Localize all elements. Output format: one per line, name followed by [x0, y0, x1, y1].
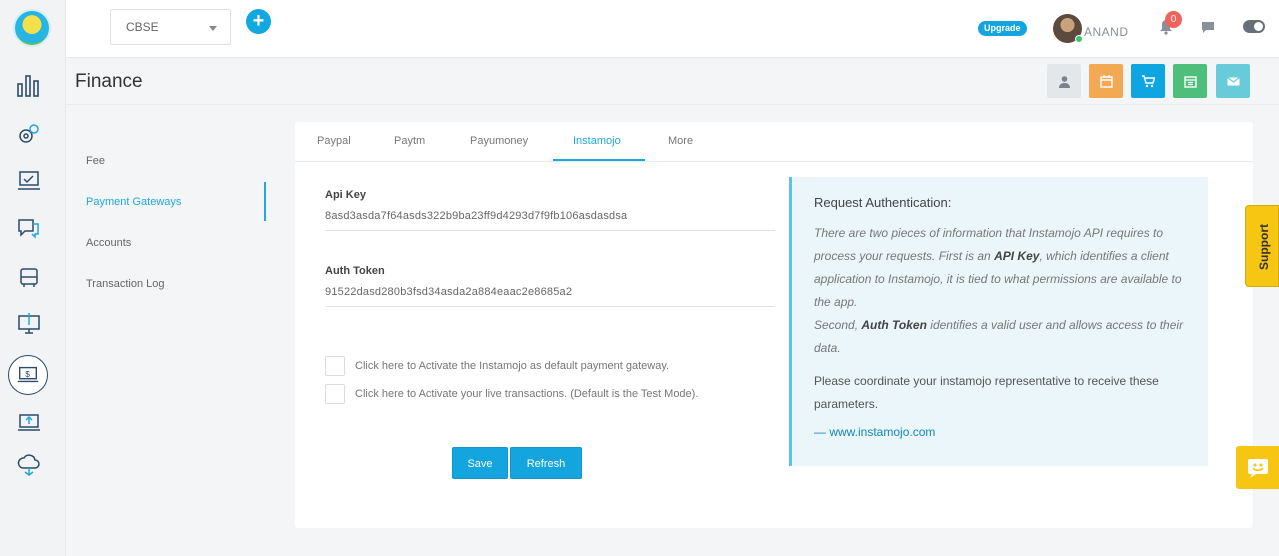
- avatar[interactable]: [1053, 14, 1083, 43]
- calendar-button[interactable]: [1089, 64, 1123, 98]
- default-gateway-option: Click here to Activate the Instamojo as …: [325, 356, 669, 376]
- left-rail: $: [0, 0, 66, 556]
- info-desc-part: Second,: [814, 318, 862, 332]
- support-tab[interactable]: Support: [1245, 205, 1279, 287]
- top-bar: CBSE + Upgrade ANAND 0: [66, 0, 1279, 58]
- mail-icon: [1226, 76, 1240, 85]
- theme-toggle[interactable]: [1243, 20, 1265, 33]
- calendar-icon: [1099, 74, 1113, 88]
- payment-gateway-card: Paypal Paytm Payumoney Instamojo More Ap…: [295, 122, 1253, 528]
- api-key-underline: [325, 230, 775, 231]
- gateway-tabs: Paypal Paytm Payumoney Instamojo More: [295, 122, 1253, 162]
- smiley-chat-icon: [1247, 458, 1268, 478]
- info-api-key-term: API Key: [994, 249, 1040, 263]
- live-transactions-label[interactable]: Click here to Activate your live transac…: [355, 388, 698, 400]
- info-note: Please coordinate your instamojo represe…: [814, 374, 1159, 411]
- laptop-check-icon[interactable]: [15, 167, 43, 195]
- header-divider: [66, 104, 1279, 105]
- school-logo[interactable]: [13, 9, 51, 47]
- tab-instamojo[interactable]: Instamojo: [573, 135, 621, 147]
- svg-text:$: $: [25, 369, 30, 379]
- mail-button[interactable]: [1216, 64, 1250, 98]
- cloud-icon[interactable]: [15, 452, 43, 480]
- default-gateway-checkbox[interactable]: [325, 356, 345, 376]
- live-transactions-checkbox[interactable]: [325, 384, 345, 404]
- auth-token-label: Auth Token: [325, 265, 385, 277]
- feedback-thumb-icon[interactable]: [15, 214, 43, 242]
- tab-paypal[interactable]: Paypal: [317, 135, 351, 147]
- user-name[interactable]: ANAND: [1084, 25, 1129, 39]
- api-key-label: Api Key: [325, 189, 366, 201]
- auth-token-field[interactable]: 91522dasd280b3fsd34asda2a884eaac2e8685a2: [325, 286, 572, 298]
- chevron-down-icon: [209, 26, 217, 31]
- subnav-active-indicator: [264, 182, 266, 221]
- chat-icon[interactable]: [1201, 21, 1215, 34]
- subnav-item-accounts[interactable]: Accounts: [86, 237, 131, 249]
- info-auth-token-term: Auth Token: [861, 318, 927, 332]
- default-gateway-label[interactable]: Click here to Activate the Instamojo as …: [355, 360, 669, 372]
- info-title: Request Authentication:: [814, 195, 952, 210]
- subnav-item-fee[interactable]: Fee: [86, 155, 105, 167]
- schedule-button[interactable]: [1173, 64, 1207, 98]
- cart-icon: [1141, 74, 1155, 87]
- subnav-item-payment-gateways[interactable]: Payment Gateways: [86, 196, 181, 208]
- instamojo-link[interactable]: — www.instamojo.com: [814, 425, 1186, 439]
- board-select[interactable]: CBSE: [110, 9, 231, 45]
- dashboard-chart-icon[interactable]: [15, 71, 43, 99]
- cart-button[interactable]: [1131, 64, 1165, 98]
- support-label: Support: [1257, 224, 1271, 270]
- finance-laptop-icon[interactable]: $: [8, 355, 48, 395]
- add-button[interactable]: +: [246, 9, 271, 34]
- live-transactions-option: Click here to Activate your live transac…: [325, 384, 698, 404]
- bus-icon[interactable]: [15, 264, 43, 292]
- calendar-check-icon: [1183, 75, 1197, 88]
- settings-gears-icon[interactable]: [15, 120, 43, 148]
- save-button[interactable]: Save: [452, 447, 508, 479]
- subnav-item-transaction-log[interactable]: Transaction Log: [86, 278, 164, 290]
- info-description: There are two pieces of information that…: [814, 222, 1186, 360]
- board-select-value: CBSE: [126, 20, 159, 34]
- tab-more[interactable]: More: [668, 135, 693, 147]
- monitor-pen-icon[interactable]: [15, 310, 43, 338]
- upgrade-badge[interactable]: Upgrade: [978, 21, 1027, 36]
- tab-payumoney[interactable]: Payumoney: [470, 135, 528, 147]
- page-title: Finance: [75, 71, 143, 92]
- tab-paytm[interactable]: Paytm: [394, 135, 425, 147]
- request-authentication-panel: Request Authentication: There are two pi…: [789, 177, 1208, 466]
- notification-count-badge: 0: [1165, 11, 1182, 28]
- chat-widget-button[interactable]: [1236, 446, 1279, 489]
- active-tab-underline: [553, 159, 645, 161]
- profile-button[interactable]: [1047, 64, 1081, 98]
- refresh-button[interactable]: Refresh: [510, 447, 582, 479]
- online-status-dot: [1075, 35, 1083, 43]
- user-icon: [1058, 75, 1070, 88]
- laptop-upload-icon[interactable]: [15, 408, 43, 436]
- auth-token-underline: [325, 306, 775, 307]
- api-key-field[interactable]: 8asd3asda7f64asds322b9ba23ff9d4293d7f9fb…: [325, 210, 627, 222]
